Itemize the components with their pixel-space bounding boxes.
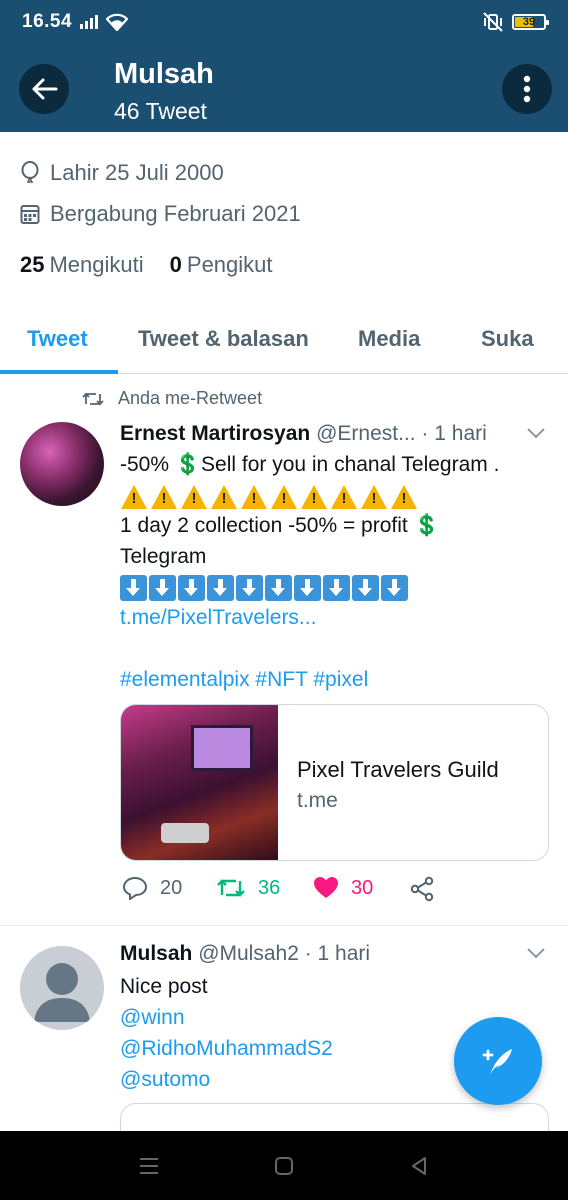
compose-feather-icon — [482, 1049, 512, 1075]
profile-name: Mulsah — [114, 58, 214, 90]
link-preview-domain: t.me — [297, 789, 338, 812]
back-button[interactable] — [19, 64, 69, 114]
down-arrow-emoji-icon — [352, 575, 379, 601]
down-arrow-emoji-icon — [236, 575, 263, 601]
down-arrow-emoji-icon — [207, 575, 234, 601]
tweet-actions: 20 36 30 — [120, 876, 550, 912]
avatar[interactable] — [20, 422, 104, 506]
tweet-hashtags[interactable]: #elementalpix #NFT #pixel — [120, 668, 368, 692]
reply-button[interactable]: 20 — [122, 876, 182, 900]
author-handle-time: @Ernest... · 1 hari — [316, 422, 487, 445]
compose-tweet-button[interactable] — [454, 1017, 542, 1105]
tab-tweet-replies[interactable]: Tweet & balasan — [138, 326, 309, 352]
back-triangle-icon — [412, 1157, 426, 1175]
active-tab-indicator — [0, 370, 118, 374]
warning-emoji-row — [120, 484, 418, 510]
warning-emoji-icon — [150, 484, 178, 510]
retweet-context: Anda me-Retweet — [82, 388, 262, 409]
tweet-text-line: 1 day 2 collection -50% = profit 💲 — [120, 514, 440, 537]
retweet-button[interactable]: 36 — [216, 876, 280, 900]
reply-icon — [122, 876, 148, 900]
warning-emoji-icon — [180, 484, 208, 510]
link-preview-card[interactable]: Pixel Travelers Guild t.me — [120, 704, 549, 861]
signal-icon — [80, 15, 99, 29]
retweet-icon — [82, 392, 104, 405]
tweet-divider — [0, 925, 568, 926]
avatar[interactable] — [20, 946, 104, 1030]
warning-emoji-icon — [240, 484, 268, 510]
down-arrow-emoji-icon — [381, 575, 408, 601]
down-arrow-emoji-icon — [294, 575, 321, 601]
tweet-header: Mulsah @Mulsah2 · 1 hari — [120, 942, 370, 966]
more-vertical-icon — [523, 75, 531, 103]
chevron-down-icon[interactable] — [526, 426, 546, 440]
mention-link[interactable]: @RidhoMuhammadS2 — [120, 1037, 333, 1061]
down-arrow-emoji-icon — [120, 575, 147, 601]
mention-link[interactable]: @winn — [120, 1006, 185, 1030]
mute-vibrate-icon — [483, 12, 503, 32]
share-button[interactable] — [409, 876, 435, 902]
followers-link[interactable]: 0 Pengikut — [170, 252, 273, 278]
birth-date: Lahir 25 Juli 2000 — [20, 160, 224, 186]
tab-tweet[interactable]: Tweet — [27, 326, 88, 352]
tab-media[interactable]: Media — [358, 326, 420, 352]
tab-likes[interactable]: Suka — [481, 326, 534, 352]
recent-apps-button[interactable] — [134, 1151, 164, 1181]
tweet-text-line: Nice post — [120, 975, 208, 998]
balloon-icon — [21, 161, 39, 183]
profile-tabs: Tweet Tweet & balasan Media Suka — [0, 312, 568, 374]
status-bar: 16.54 39 — [0, 0, 568, 44]
join-date: Bergabung Februari 2021 — [20, 201, 301, 227]
profile-header: Mulsah 46 Tweet — [0, 44, 568, 132]
down-arrow-emoji-icon — [265, 575, 292, 601]
wifi-icon — [106, 13, 129, 31]
down-arrow-emoji-icon — [178, 575, 205, 601]
tweet-text-line: Telegram — [120, 545, 207, 568]
home-square-icon — [275, 1157, 293, 1175]
share-icon — [410, 876, 434, 902]
link-preview-image — [121, 705, 278, 860]
tweet-header: Ernest Martirosyan @Ernest... · 1 hari — [120, 422, 487, 446]
arrow-left-icon — [32, 78, 58, 100]
like-button[interactable]: 30 — [313, 876, 373, 900]
join-date-text: Bergabung Februari 2021 — [50, 201, 301, 226]
heart-icon — [314, 877, 338, 898]
home-button[interactable] — [269, 1151, 299, 1181]
calendar-icon — [20, 205, 40, 224]
menu-lines-icon — [140, 1158, 158, 1174]
warning-emoji-icon — [330, 484, 358, 510]
down-arrow-emoji-row — [120, 575, 408, 601]
warning-emoji-icon — [360, 484, 388, 510]
system-navigation-bar — [0, 1131, 568, 1200]
warning-emoji-icon — [120, 484, 148, 510]
status-time: 16.54 — [22, 11, 73, 32]
warning-emoji-icon — [210, 484, 238, 510]
link-preview-title: Pixel Travelers Guild — [297, 757, 499, 782]
tweet-link[interactable]: t.me/PixelTravelers... — [120, 606, 316, 630]
battery-icon: 39 — [512, 14, 549, 30]
tweet-text-line: -50% 💲Sell for you in chanal Telegram . — [120, 453, 500, 476]
chevron-down-icon[interactable] — [526, 946, 546, 960]
default-user-icon — [34, 963, 90, 1022]
following-link[interactable]: 25 Mengikuti — [20, 252, 144, 278]
mention-link[interactable]: @sutomo — [120, 1068, 210, 1092]
more-options-button[interactable] — [502, 64, 552, 114]
warning-emoji-icon — [390, 484, 418, 510]
birth-date-text: Lahir 25 Juli 2000 — [50, 160, 224, 185]
warning-emoji-icon — [300, 484, 328, 510]
down-arrow-emoji-icon — [323, 575, 350, 601]
follow-stats: 25 Mengikuti 0 Pengikut — [20, 252, 273, 278]
retweet-icon — [217, 879, 245, 897]
author-name[interactable]: Mulsah — [120, 942, 192, 965]
author-name[interactable]: Ernest Martirosyan — [120, 422, 310, 445]
tweet-count: 46 Tweet — [114, 98, 207, 124]
back-system-button[interactable] — [404, 1151, 434, 1181]
down-arrow-emoji-icon — [149, 575, 176, 601]
warning-emoji-icon — [270, 484, 298, 510]
author-handle-time: @Mulsah2 · 1 hari — [198, 942, 371, 965]
